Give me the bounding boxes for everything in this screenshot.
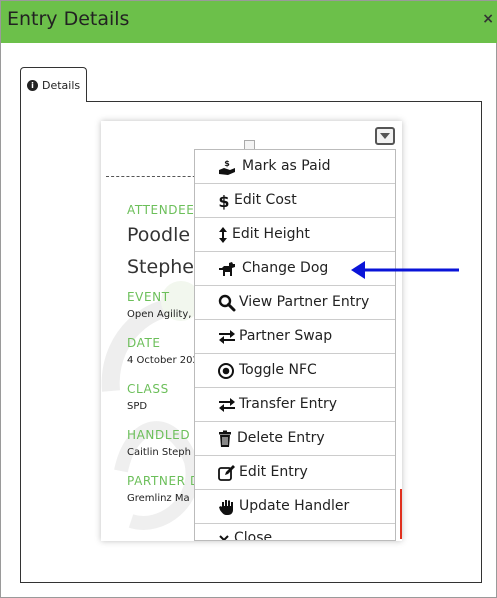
menu-item-label: Edit Cost (234, 192, 297, 208)
menu-item-edit-height[interactable]: Edit Height (195, 218, 395, 252)
dog-icon (219, 262, 235, 276)
menu-item-mark-as-paid[interactable]: $ Mark as Paid (195, 150, 395, 184)
menu-item-close[interactable]: Close (195, 524, 395, 541)
search-icon (218, 294, 236, 312)
menu-item-label: Change Dog (242, 260, 329, 276)
event-value: Open Agility, (127, 309, 192, 320)
event-label: EVENT (127, 290, 170, 304)
menu-item-delete-entry[interactable]: Delete Entry (195, 422, 395, 456)
pointer-arrow-icon (351, 261, 459, 279)
date-value: 4 October 202 (127, 355, 199, 366)
caret-down-icon (380, 133, 390, 139)
menu-item-label: Delete Entry (237, 430, 325, 446)
partner-label: PARTNER D (127, 474, 200, 488)
menu-item-label: Transfer Entry (239, 396, 337, 412)
svg-text:$: $ (218, 192, 229, 210)
trash-icon (219, 430, 231, 447)
menu-item-label: View Partner Entry (239, 294, 370, 310)
menu-item-edit-entry[interactable]: Edit Entry (195, 456, 395, 490)
menu-item-view-partner-entry[interactable]: View Partner Entry (195, 286, 395, 320)
radio-dot-icon (218, 363, 234, 379)
tab-details[interactable]: i Details (20, 67, 87, 102)
handler-name: Stephe (127, 256, 194, 278)
menu-item-label: Mark as Paid (242, 158, 331, 174)
info-icon: i (27, 80, 38, 91)
menu-item-label: Edit Height (232, 226, 310, 242)
attendee-label: ATTENDEE (127, 203, 195, 217)
handled-value: Caitlin Steph (127, 447, 191, 458)
menu-item-partner-swap[interactable]: Partner Swap (195, 320, 395, 354)
dialog-title: Entry Details (7, 8, 130, 30)
actions-dropdown-toggle[interactable] (375, 127, 395, 145)
date-label: DATE (127, 336, 161, 350)
divider (106, 176, 206, 177)
dialog-header: Entry Details × (1, 1, 497, 43)
svg-text:$: $ (224, 159, 230, 168)
hand-icon (219, 500, 233, 515)
menu-item-label: Close (234, 530, 273, 541)
partner-value: Gremlinz Ma (127, 493, 190, 504)
menu-item-label: Update Handler (239, 498, 350, 514)
menu-item-label: Toggle NFC (239, 362, 317, 378)
menu-item-label: Partner Swap (239, 328, 333, 344)
entry-details-dialog: Entry Details × i Details ATTENDEE Poodl… (0, 0, 497, 598)
edit-icon (218, 465, 235, 481)
menu-item-toggle-nfc[interactable]: Toggle NFC (195, 354, 395, 388)
menu-item-update-handler[interactable]: Update Handler (195, 490, 395, 524)
menu-item-edit-cost[interactable]: $ Edit Cost (195, 184, 395, 218)
menu-item-label: Edit Entry (239, 464, 308, 480)
dog-name: Poodle (127, 224, 191, 246)
close-icon[interactable]: × (482, 11, 494, 27)
tab-label: Details (42, 79, 81, 92)
hand-holding-dollar-icon: $ (219, 159, 235, 175)
handled-label: HANDLED (127, 428, 191, 442)
exchange-icon (219, 330, 235, 344)
actions-menu: $ Mark as Paid $ Edit Cost Edit Height C… (194, 149, 396, 541)
exchange-icon (219, 398, 235, 412)
class-label: CLASS (127, 382, 169, 396)
menu-item-transfer-entry[interactable]: Transfer Entry (195, 388, 395, 422)
class-value: SPD (127, 401, 148, 412)
